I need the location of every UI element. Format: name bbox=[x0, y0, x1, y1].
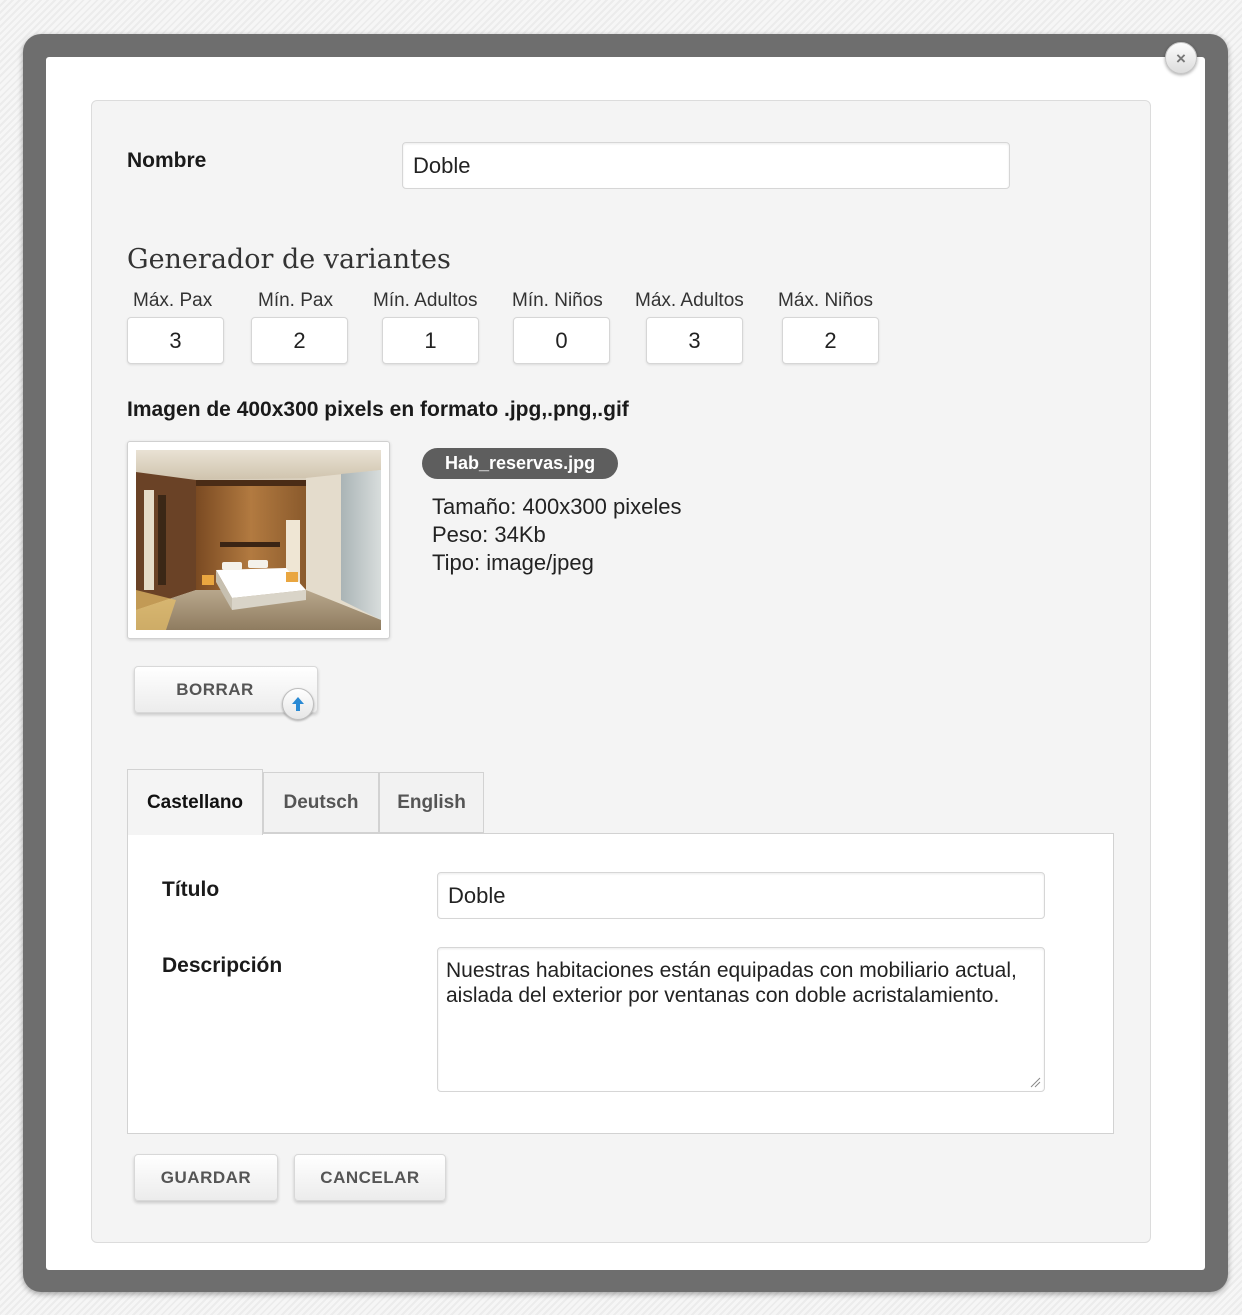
tab-english[interactable]: English bbox=[379, 772, 484, 833]
variants-title: Generador de variantes bbox=[127, 244, 451, 275]
cancel-button[interactable]: CANCELAR bbox=[294, 1154, 446, 1201]
min-pax-label: Mín. Pax bbox=[258, 290, 333, 311]
min-ninos-input[interactable] bbox=[513, 317, 610, 364]
max-ninos-label: Máx. Niños bbox=[778, 290, 874, 311]
save-button-label: GUARDAR bbox=[160, 1167, 252, 1187]
tab-deutsch-label: Deutsch bbox=[283, 791, 359, 813]
close-icon: × bbox=[1176, 48, 1186, 68]
file-size-text: Tamaño: 400x300 pixeles bbox=[432, 494, 682, 519]
descripcion-label: Descripción bbox=[162, 954, 283, 977]
min-adultos-input[interactable] bbox=[382, 317, 479, 364]
descripcion-textarea[interactable]: Nuestras habitaciones están equipadas co… bbox=[437, 947, 1045, 1092]
delete-button-label: BORRAR bbox=[176, 679, 254, 699]
nombre-label: Nombre bbox=[127, 149, 207, 172]
titulo-label: Título bbox=[162, 878, 220, 901]
file-weight-text: Peso: 34Kb bbox=[432, 522, 546, 547]
titulo-input[interactable] bbox=[437, 872, 1045, 919]
tab-english-label: English bbox=[397, 791, 466, 813]
image-section-title: Imagen de 400x300 pixels en formato .jpg… bbox=[127, 398, 629, 421]
tab-deutsch[interactable]: Deutsch bbox=[263, 772, 379, 833]
file-name-badge: Hab_reservas.jpg bbox=[422, 448, 619, 479]
nombre-input[interactable] bbox=[402, 142, 1010, 189]
min-pax-input[interactable] bbox=[251, 317, 348, 364]
max-ninos-input[interactable] bbox=[782, 317, 879, 364]
upload-arrow-icon bbox=[292, 697, 304, 711]
tab-castellano-label: Castellano bbox=[146, 791, 244, 813]
room-image bbox=[136, 450, 381, 630]
tab-castellano[interactable]: Castellano bbox=[127, 769, 263, 835]
max-pax-label: Máx. Pax bbox=[133, 290, 213, 311]
cancel-button-label: CANCELAR bbox=[320, 1167, 420, 1187]
resize-grip-icon[interactable] bbox=[1029, 1076, 1041, 1088]
file-type-text: Tipo: image/jpeg bbox=[432, 550, 594, 575]
save-button[interactable]: GUARDAR bbox=[134, 1154, 278, 1201]
upload-button[interactable] bbox=[282, 688, 314, 720]
max-adultos-label: Máx. Adultos bbox=[635, 290, 744, 311]
room-thumbnail bbox=[127, 441, 390, 639]
min-adultos-label: Mín. Adultos bbox=[373, 290, 478, 311]
max-adultos-input[interactable] bbox=[646, 317, 743, 364]
close-button[interactable]: × bbox=[1165, 42, 1197, 74]
min-ninos-label: Mín. Niños bbox=[512, 290, 603, 311]
max-pax-input[interactable] bbox=[127, 317, 224, 364]
